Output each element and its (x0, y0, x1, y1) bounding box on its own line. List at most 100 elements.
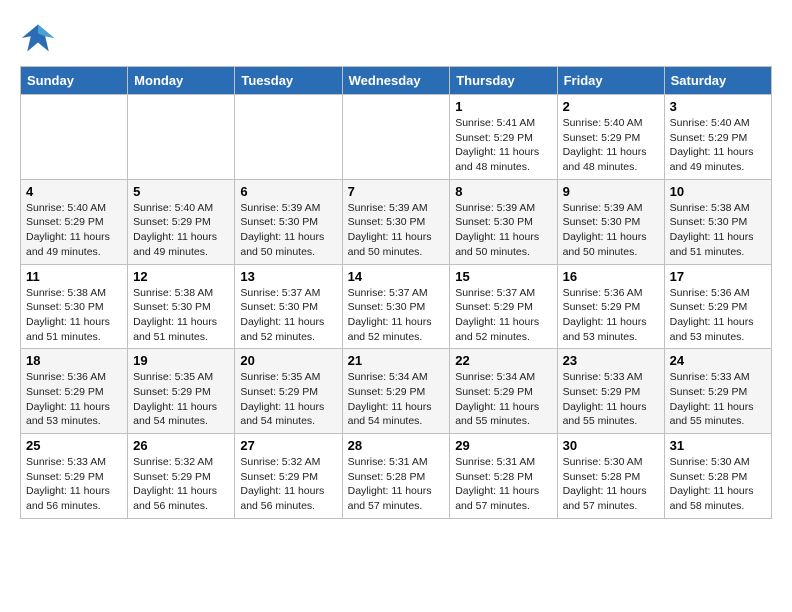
calendar-cell: 31 Sunrise: 5:30 AM Sunset: 5:28 PM Dayli… (664, 434, 771, 519)
day-info: Sunrise: 5:34 AM Sunset: 5:29 PM Dayligh… (455, 370, 551, 429)
day-number: 8 (455, 184, 551, 199)
day-number: 22 (455, 353, 551, 368)
calendar-cell: 7Sunrise: 5:39 AM Sunset: 5:30 PM Daylig… (342, 179, 450, 264)
calendar-cell: 6Sunrise: 5:39 AM Sunset: 5:30 PM Daylig… (235, 179, 342, 264)
day-info: Sunrise: 5:35 AM Sunset: 5:29 PM Dayligh… (133, 370, 229, 429)
day-info: Sunrise: 5:37 AM Sunset: 5:29 PM Dayligh… (455, 286, 551, 345)
calendar-cell: 3 Sunrise: 5:40 AM Sunset: 5:29 PM Daylig… (664, 95, 771, 180)
day-info: Sunrise: 5:39 AM Sunset: 5:30 PM Dayligh… (455, 201, 551, 260)
day-info: Sunrise: 5:38 AM Sunset: 5:30 PM Dayligh… (26, 286, 122, 345)
calendar-cell (235, 95, 342, 180)
weekday-header: Thursday (450, 67, 557, 95)
day-info: Sunrise: 5:36 AM Sunset: 5:29 PM Dayligh… (563, 286, 659, 345)
day-number: 4 (26, 184, 122, 199)
day-number: 2 (563, 99, 659, 114)
weekday-header: Wednesday (342, 67, 450, 95)
calendar-cell: 10 Sunrise: 5:38 AM Sunset: 5:30 PM Dayli… (664, 179, 771, 264)
day-info: Sunrise: 5:37 AM Sunset: 5:30 PM Dayligh… (348, 286, 445, 345)
day-info: Sunrise: 5:31 AM Sunset: 5:28 PM Dayligh… (455, 455, 551, 514)
day-number: 11 (26, 269, 122, 284)
day-info: Sunrise: 5:40 AM Sunset: 5:29 PM Dayligh… (563, 116, 659, 175)
calendar-cell: 17 Sunrise: 5:36 AM Sunset: 5:29 PM Dayli… (664, 264, 771, 349)
day-number: 5 (133, 184, 229, 199)
calendar-cell: 11 Sunrise: 5:38 AM Sunset: 5:30 PM Dayli… (21, 264, 128, 349)
day-number: 10 (670, 184, 766, 199)
day-info: Sunrise: 5:33 AM Sunset: 5:29 PM Dayligh… (670, 370, 766, 429)
day-number: 27 (240, 438, 336, 453)
day-number: 24 (670, 353, 766, 368)
day-number: 16 (563, 269, 659, 284)
day-number: 19 (133, 353, 229, 368)
calendar-week-row: 18 Sunrise: 5:36 AM Sunset: 5:29 PM Dayli… (21, 349, 772, 434)
calendar-cell: 16 Sunrise: 5:36 AM Sunset: 5:29 PM Dayli… (557, 264, 664, 349)
calendar-cell: 5Sunrise: 5:40 AM Sunset: 5:29 PM Daylig… (128, 179, 235, 264)
day-info: Sunrise: 5:36 AM Sunset: 5:29 PM Dayligh… (26, 370, 122, 429)
day-info: Sunrise: 5:37 AM Sunset: 5:30 PM Dayligh… (240, 286, 336, 345)
calendar-table: SundayMondayTuesdayWednesdayThursdayFrid… (20, 66, 772, 519)
day-number: 28 (348, 438, 445, 453)
calendar-cell: 19 Sunrise: 5:35 AM Sunset: 5:29 PM Dayli… (128, 349, 235, 434)
calendar-cell: 13 Sunrise: 5:37 AM Sunset: 5:30 PM Dayli… (235, 264, 342, 349)
day-number: 9 (563, 184, 659, 199)
day-info: Sunrise: 5:39 AM Sunset: 5:30 PM Dayligh… (348, 201, 445, 260)
weekday-header: Tuesday (235, 67, 342, 95)
day-info: Sunrise: 5:33 AM Sunset: 5:29 PM Dayligh… (26, 455, 122, 514)
calendar-cell: 20Sunrise: 5:35 AM Sunset: 5:29 PM Dayli… (235, 349, 342, 434)
weekday-header: Sunday (21, 67, 128, 95)
calendar-cell: 4Sunrise: 5:40 AM Sunset: 5:29 PM Daylig… (21, 179, 128, 264)
day-number: 31 (670, 438, 766, 453)
day-number: 21 (348, 353, 445, 368)
calendar-cell: 14Sunrise: 5:37 AM Sunset: 5:30 PM Dayli… (342, 264, 450, 349)
calendar-header-row: SundayMondayTuesdayWednesdayThursdayFrid… (21, 67, 772, 95)
day-info: Sunrise: 5:32 AM Sunset: 5:29 PM Dayligh… (240, 455, 336, 514)
weekday-header: Monday (128, 67, 235, 95)
calendar-cell (342, 95, 450, 180)
logo-icon (20, 20, 56, 56)
day-number: 25 (26, 438, 122, 453)
logo (20, 20, 60, 56)
day-number: 13 (240, 269, 336, 284)
calendar-cell: 22 Sunrise: 5:34 AM Sunset: 5:29 PM Dayli… (450, 349, 557, 434)
day-number: 1 (455, 99, 551, 114)
calendar-cell: 24 Sunrise: 5:33 AM Sunset: 5:29 PM Dayli… (664, 349, 771, 434)
day-info: Sunrise: 5:41 AM Sunset: 5:29 PM Dayligh… (455, 116, 551, 175)
calendar-cell: 15 Sunrise: 5:37 AM Sunset: 5:29 PM Dayli… (450, 264, 557, 349)
day-info: Sunrise: 5:32 AM Sunset: 5:29 PM Dayligh… (133, 455, 229, 514)
calendar-cell: 26 Sunrise: 5:32 AM Sunset: 5:29 PM Dayli… (128, 434, 235, 519)
calendar-week-row: 4Sunrise: 5:40 AM Sunset: 5:29 PM Daylig… (21, 179, 772, 264)
calendar-cell (21, 95, 128, 180)
day-number: 17 (670, 269, 766, 284)
calendar-cell: 1 Sunrise: 5:41 AM Sunset: 5:29 PM Daylig… (450, 95, 557, 180)
day-number: 26 (133, 438, 229, 453)
day-info: Sunrise: 5:39 AM Sunset: 5:30 PM Dayligh… (240, 201, 336, 260)
day-info: Sunrise: 5:35 AM Sunset: 5:29 PM Dayligh… (240, 370, 336, 429)
day-number: 30 (563, 438, 659, 453)
day-info: Sunrise: 5:30 AM Sunset: 5:28 PM Dayligh… (670, 455, 766, 514)
calendar-cell: 18 Sunrise: 5:36 AM Sunset: 5:29 PM Dayli… (21, 349, 128, 434)
calendar-cell: 8 Sunrise: 5:39 AM Sunset: 5:30 PM Daylig… (450, 179, 557, 264)
day-info: Sunrise: 5:30 AM Sunset: 5:28 PM Dayligh… (563, 455, 659, 514)
calendar-cell: 25 Sunrise: 5:33 AM Sunset: 5:29 PM Dayli… (21, 434, 128, 519)
calendar-cell: 2 Sunrise: 5:40 AM Sunset: 5:29 PM Daylig… (557, 95, 664, 180)
day-number: 18 (26, 353, 122, 368)
calendar-cell (128, 95, 235, 180)
calendar-cell: 23 Sunrise: 5:33 AM Sunset: 5:29 PM Dayli… (557, 349, 664, 434)
calendar-week-row: 11 Sunrise: 5:38 AM Sunset: 5:30 PM Dayli… (21, 264, 772, 349)
day-info: Sunrise: 5:40 AM Sunset: 5:29 PM Dayligh… (670, 116, 766, 175)
calendar-cell: 9Sunrise: 5:39 AM Sunset: 5:30 PM Daylig… (557, 179, 664, 264)
calendar-cell: 30 Sunrise: 5:30 AM Sunset: 5:28 PM Dayli… (557, 434, 664, 519)
day-info: Sunrise: 5:36 AM Sunset: 5:29 PM Dayligh… (670, 286, 766, 345)
day-info: Sunrise: 5:34 AM Sunset: 5:29 PM Dayligh… (348, 370, 445, 429)
day-number: 23 (563, 353, 659, 368)
calendar-week-row: 25 Sunrise: 5:33 AM Sunset: 5:29 PM Dayli… (21, 434, 772, 519)
calendar-cell: 29Sunrise: 5:31 AM Sunset: 5:28 PM Dayli… (450, 434, 557, 519)
day-number: 3 (670, 99, 766, 114)
page-header (20, 20, 772, 56)
day-number: 15 (455, 269, 551, 284)
day-info: Sunrise: 5:38 AM Sunset: 5:30 PM Dayligh… (670, 201, 766, 260)
calendar-week-row: 1 Sunrise: 5:41 AM Sunset: 5:29 PM Daylig… (21, 95, 772, 180)
day-info: Sunrise: 5:33 AM Sunset: 5:29 PM Dayligh… (563, 370, 659, 429)
weekday-header: Friday (557, 67, 664, 95)
calendar-cell: 21 Sunrise: 5:34 AM Sunset: 5:29 PM Dayli… (342, 349, 450, 434)
weekday-header: Saturday (664, 67, 771, 95)
